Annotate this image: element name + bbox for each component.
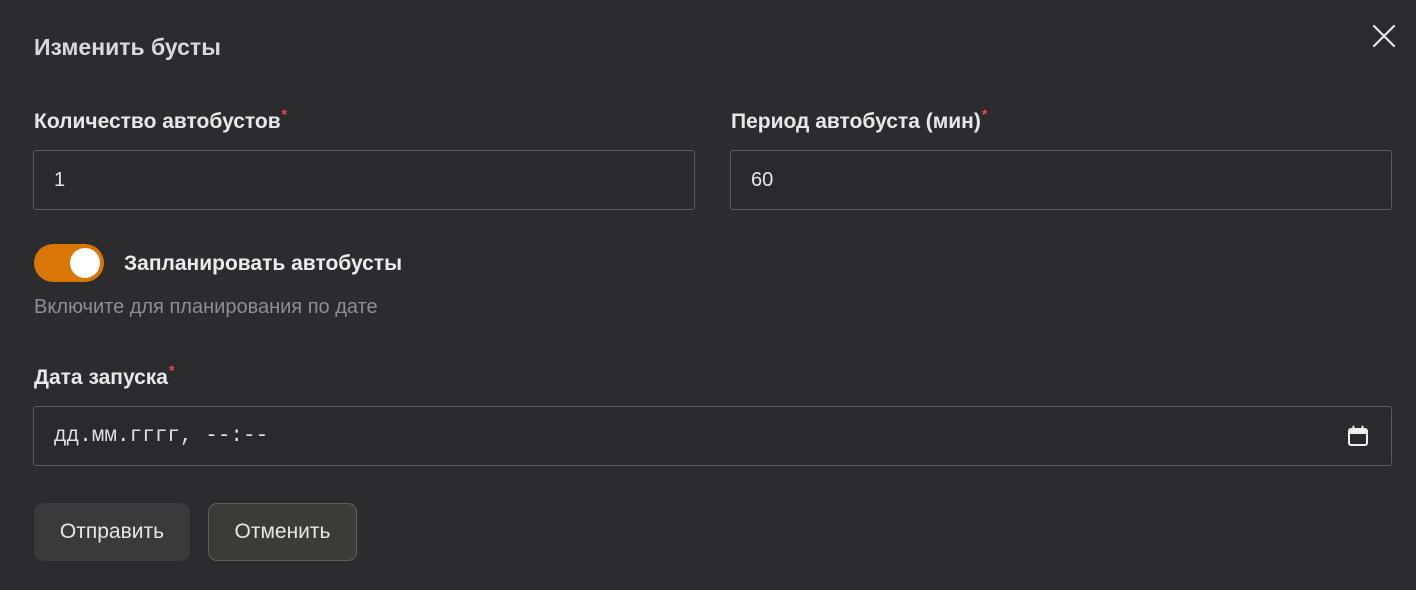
edit-boosts-dialog: Изменить бусты Количество автобустов* 1 … bbox=[0, 0, 1416, 590]
autoboost-count-input[interactable]: 1 bbox=[33, 150, 695, 210]
start-date-label: Дата запуска* bbox=[34, 362, 174, 390]
dialog-title: Изменить бусты bbox=[34, 34, 221, 60]
schedule-hint: Включите для планирования по дате bbox=[34, 296, 378, 318]
calendar-icon[interactable] bbox=[1347, 425, 1369, 447]
autoboost-period-value: 60 bbox=[751, 168, 774, 191]
autoboost-period-input[interactable]: 60 bbox=[730, 150, 1392, 210]
required-marker: * bbox=[981, 106, 988, 122]
cancel-button[interactable]: Отменить bbox=[208, 503, 357, 561]
schedule-autoboosts-toggle[interactable] bbox=[34, 244, 104, 282]
submit-button[interactable]: Отправить bbox=[34, 503, 190, 561]
close-icon[interactable] bbox=[1370, 22, 1398, 50]
start-date-placeholder: дд.мм.гггг, --:-- bbox=[54, 424, 269, 448]
required-marker: * bbox=[169, 362, 175, 378]
required-marker: * bbox=[281, 106, 288, 122]
toggle-knob bbox=[70, 248, 100, 278]
schedule-toggle-label: Запланировать автобусты bbox=[124, 252, 403, 275]
autoboost-period-label: Период автобуста (мин)* bbox=[731, 106, 987, 134]
autoboost-count-label: Количество автобустов* bbox=[34, 106, 287, 134]
autoboost-period-label-text: Период автобуста (мин) bbox=[731, 110, 981, 133]
autoboost-count-label-text: Количество автобустов bbox=[34, 110, 281, 133]
start-date-label-text: Дата запуска bbox=[34, 366, 168, 389]
autoboost-count-value: 1 bbox=[54, 168, 66, 191]
start-date-input[interactable]: дд.мм.гггг, --:-- bbox=[33, 406, 1392, 466]
